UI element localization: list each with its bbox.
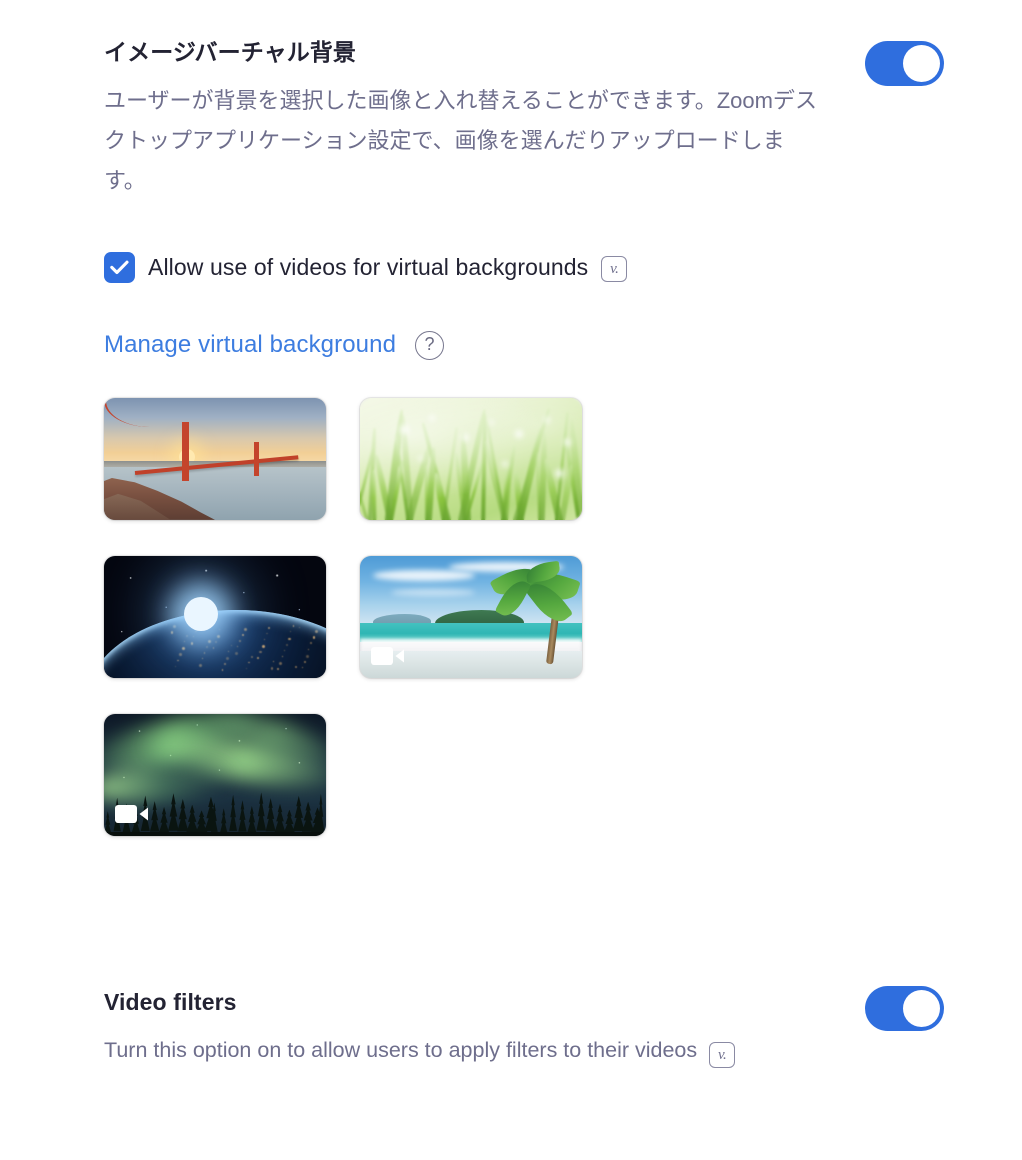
manage-virtual-background-row: Manage virtual background ?	[104, 330, 944, 360]
version-badge-icon: v.	[709, 1042, 736, 1069]
video-filters-description-text: Turn this option on to allow users to ap…	[104, 1037, 698, 1062]
video-filters-title-col: Video filters Turn this option on to all…	[104, 988, 736, 1071]
virtual-background-title-col: イメージバーチャル背景 ユーザーが背景を選択した画像と入れ替えることができます。…	[104, 38, 824, 201]
virtual-background-toggle[interactable]	[865, 41, 944, 86]
version-badge-label: v.	[610, 260, 619, 277]
virtual-background-description: ユーザーが背景を選択した画像と入れ替えることができます。Zoomデスクトップアプ…	[104, 87, 817, 193]
earth-from-space-image	[104, 555, 326, 678]
thumbnail-golden-gate-bridge[interactable]	[104, 397, 326, 520]
thumbnail-earth-from-space[interactable]	[104, 555, 326, 678]
toggle-knob	[903, 45, 940, 82]
video-camera-icon	[371, 646, 404, 665]
video-filters-title: Video filters	[104, 989, 237, 1015]
version-badge-icon: v.	[601, 256, 628, 283]
green-grass-image	[360, 397, 582, 520]
checkmark-icon	[110, 260, 129, 274]
video-filters-section: Video filters Turn this option on to all…	[104, 986, 944, 1071]
thumbnail-green-grass[interactable]	[360, 397, 582, 520]
toggle-knob	[903, 990, 940, 1027]
thumbnail-tropical-beach[interactable]	[360, 555, 582, 678]
thumbnail-aurora-borealis[interactable]	[104, 713, 326, 836]
video-filters-header: Video filters Turn this option on to all…	[104, 986, 944, 1071]
allow-videos-label: Allow use of videos for virtual backgrou…	[148, 253, 589, 280]
virtual-background-thumbnail-grid	[104, 397, 944, 836]
allow-videos-checkbox[interactable]	[104, 251, 135, 283]
manage-virtual-background-link[interactable]: Manage virtual background	[104, 331, 396, 359]
golden-gate-bridge-image	[104, 397, 326, 520]
settings-page: イメージバーチャル背景 ユーザーが背景を選択した画像と入れ替えることができます。…	[0, 0, 1022, 1160]
allow-videos-checkbox-row[interactable]: Allow use of videos for virtual backgrou…	[104, 251, 944, 283]
virtual-background-section: イメージバーチャル背景 ユーザーが背景を選択した画像と入れ替えることができます。…	[104, 38, 944, 836]
help-icon[interactable]: ?	[415, 330, 445, 360]
video-camera-icon	[115, 804, 148, 823]
version-badge-label: v.	[717, 1046, 727, 1063]
help-icon-glyph: ?	[424, 334, 435, 355]
video-filters-toggle[interactable]	[865, 986, 944, 1031]
virtual-background-title: イメージバーチャル背景	[104, 39, 357, 65]
virtual-background-header: イメージバーチャル背景 ユーザーが背景を選択した画像と入れ替えることができます。…	[104, 38, 944, 201]
video-filters-description: Turn this option on to allow users to ap…	[104, 1031, 736, 1071]
